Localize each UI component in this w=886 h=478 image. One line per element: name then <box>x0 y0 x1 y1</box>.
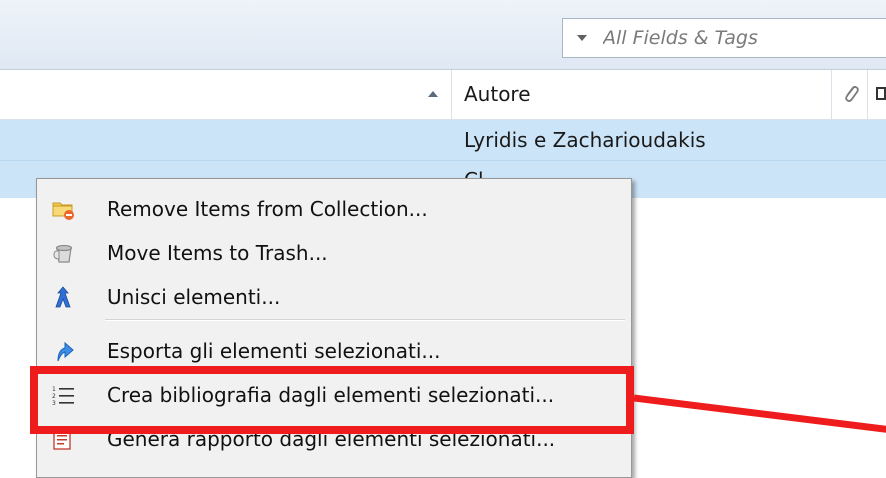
column-header-author-label: Autore <box>464 82 531 106</box>
trash-icon <box>53 244 73 263</box>
menu-item-export[interactable]: Esporta gli elementi selezionati... <box>39 329 629 373</box>
paperclip-icon <box>845 86 859 102</box>
column-extra-icon <box>876 87 886 100</box>
menu-item-label: Unisci elementi... <box>107 285 281 309</box>
menu-item-merge[interactable]: Unisci elementi... <box>39 275 629 319</box>
menu-item-move-to-trash[interactable]: Move Items to Trash... <box>39 231 629 275</box>
menu-item-label: Move Items to Trash... <box>107 241 328 265</box>
column-header-author[interactable]: Autore <box>452 70 832 119</box>
menu-separator <box>105 319 625 321</box>
menu-item-label: Remove Items from Collection... <box>107 197 428 221</box>
table-row[interactable]: Lyridis e Zacharioudakis <box>0 120 886 160</box>
context-menu: Remove Items from Collection... Move Ite… <box>36 178 632 478</box>
column-header-attachments[interactable] <box>832 70 868 119</box>
svg-text:3: 3 <box>52 400 56 407</box>
menu-item-create-bibliography[interactable]: 1 2 3 Crea bibliografia dagli elementi s… <box>39 373 629 417</box>
folder-remove-icon <box>52 202 74 220</box>
svg-text:1: 1 <box>52 386 56 393</box>
menu-item-label: Esporta gli elementi selezionati... <box>107 339 441 363</box>
menu-item-generate-report[interactable]: Genera rapporto dagli elementi seleziona… <box>39 417 629 461</box>
search-input[interactable] <box>603 27 863 49</box>
menu-item-label: Genera rapporto dagli elementi seleziona… <box>107 427 556 451</box>
dropdown-arrow-icon[interactable] <box>577 35 587 41</box>
search-box[interactable] <box>562 18 886 58</box>
menu-item-label: Crea bibliografia dagli elementi selezio… <box>107 383 555 407</box>
merge-icon <box>55 286 71 308</box>
menu-item-remove-from-collection[interactable]: Remove Items from Collection... <box>39 187 629 231</box>
sort-ascending-icon <box>428 91 438 97</box>
column-header-row: Autore <box>0 70 886 120</box>
svg-text:2: 2 <box>52 393 56 400</box>
column-header-title[interactable] <box>0 70 452 119</box>
author-cell: Lyridis e Zacharioudakis <box>464 128 706 152</box>
column-header-more[interactable] <box>868 70 886 119</box>
report-icon <box>53 429 71 450</box>
export-icon <box>57 341 74 362</box>
toolbar <box>0 0 886 70</box>
bibliography-list-icon: 1 2 3 <box>52 386 74 407</box>
